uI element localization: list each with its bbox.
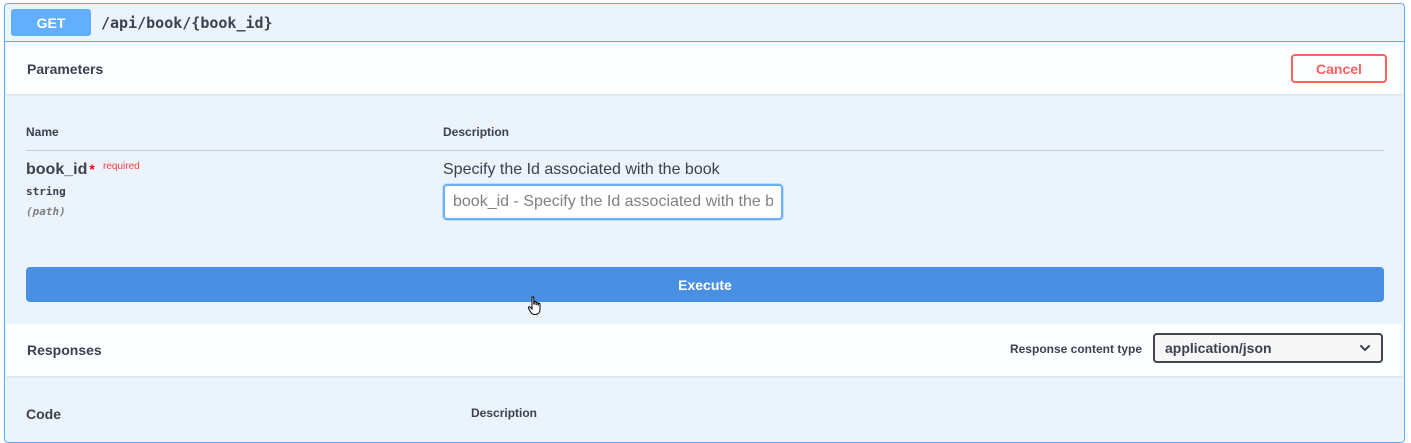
book-id-input[interactable]	[443, 184, 783, 220]
cancel-button[interactable]: Cancel	[1291, 54, 1387, 83]
operation-summary[interactable]: GET /api/book/{book_id}	[5, 4, 1404, 42]
parameter-location: (path)	[26, 205, 66, 218]
response-content-type-value: application/json	[1165, 340, 1272, 356]
chevron-down-icon	[1360, 345, 1370, 351]
parameter-name: book_id *	[26, 161, 95, 178]
method-badge: GET	[11, 9, 91, 36]
parameter-description: Specify the Id associated with the book	[443, 161, 720, 178]
column-header-name: Name	[26, 125, 59, 139]
column-header-description: Description	[443, 125, 510, 139]
required-star: *	[89, 161, 95, 177]
parameters-title: Parameters	[27, 61, 104, 77]
parameters-header: Parameters Cancel	[6, 43, 1403, 94]
operation-path: /api/book/{book_id}	[101, 14, 273, 32]
response-content-type-select[interactable]: application/json	[1153, 333, 1383, 363]
hand-pointer-icon	[527, 296, 541, 315]
execute-button[interactable]: Execute	[26, 267, 1384, 302]
response-content-type-label: Response content type	[1009, 342, 1142, 356]
responses-title: Responses	[27, 342, 102, 358]
operation-block-get: GET /api/book/{book_id} Parameters Cance…	[4, 3, 1405, 443]
parameter-type: string	[26, 185, 66, 198]
column-header-response-description: Description	[471, 406, 538, 420]
responses-header: Responses Response content type applicat…	[6, 324, 1403, 376]
required-label: required	[103, 161, 140, 172]
header-divider	[26, 150, 1384, 151]
column-header-code: Code	[26, 406, 61, 422]
